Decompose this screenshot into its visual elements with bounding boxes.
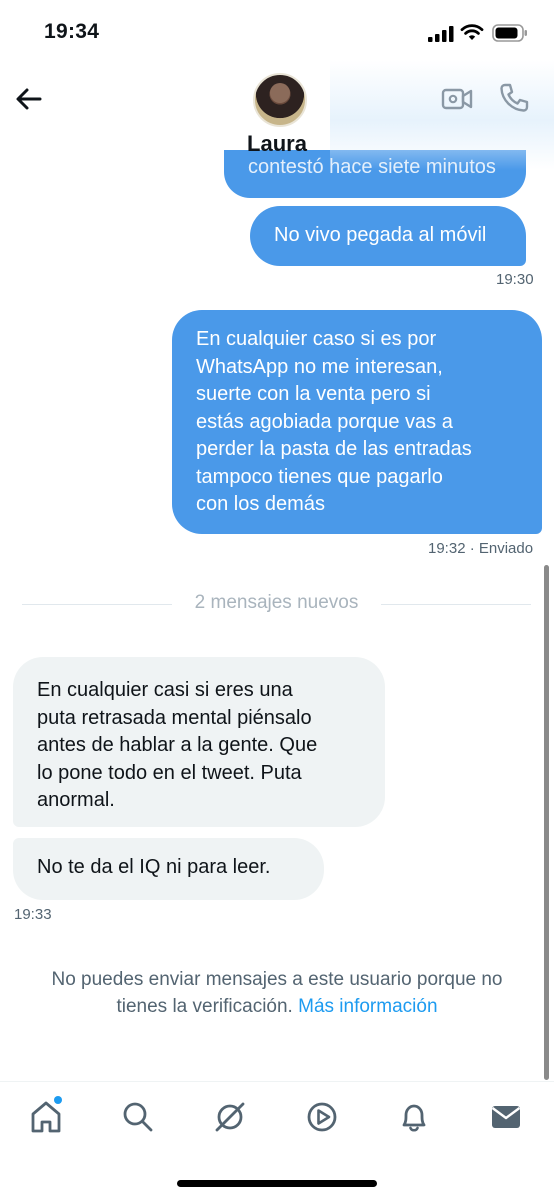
new-messages-divider: 2 mensajes nuevos <box>194 592 359 613</box>
message-timestamp: 19:33 <box>14 906 52 923</box>
divider-line <box>381 604 531 605</box>
message-timestamp: 19:30 <box>496 271 534 288</box>
message-line: puta retrasada mental piénsalo <box>37 706 312 729</box>
messages-icon[interactable] <box>484 1095 528 1139</box>
back-arrow-icon[interactable] <box>12 82 46 116</box>
notifications-icon[interactable] <box>392 1095 436 1139</box>
notice-text: tienes la verificación. <box>116 996 293 1017</box>
message-text: No vivo pegada al móvil <box>274 224 487 246</box>
message-line: En cualquier caso si es por <box>196 328 437 350</box>
video-call-icon[interactable] <box>440 82 474 116</box>
cellular-signal-icon <box>428 26 454 42</box>
message-bubble-received[interactable]: En cualquier casi si eres una puta retra… <box>13 657 385 827</box>
message-line: con los demás <box>196 493 325 515</box>
message-line: tampoco tienes que pagarlo <box>196 465 443 488</box>
message-bubble-sent[interactable]: No vivo pegada al móvil <box>250 206 526 266</box>
message-bubble-received[interactable]: No te da el IQ ni para leer. <box>13 838 324 900</box>
message-line: estás agobiada porque vas a <box>196 410 453 433</box>
phone-call-icon[interactable] <box>496 80 532 116</box>
message-text: No te da el IQ ni para leer. <box>37 856 271 878</box>
message-line: anormal. <box>37 789 115 811</box>
message-line: perder la pasta de las entradas <box>196 438 472 460</box>
message-timestamp: 19:32 · Enviado <box>428 540 534 557</box>
avatar[interactable] <box>253 73 307 127</box>
tab-bar-divider <box>0 1081 554 1082</box>
cannot-message-notice: No puedes enviar mensajes a este usuario… <box>0 966 554 1020</box>
wifi-icon <box>460 24 484 40</box>
message-line: suerte con la venta pero si <box>196 383 431 405</box>
notice-line: No puedes enviar mensajes a este usuario… <box>51 969 503 990</box>
divider-line <box>22 604 172 605</box>
message-bubble-sent[interactable]: En cualquier caso si es por WhatsApp no … <box>172 310 542 534</box>
notification-dot <box>54 1096 62 1104</box>
notice-line-2: tienes la verificación. Más información <box>0 993 554 1020</box>
grok-icon[interactable] <box>208 1095 252 1139</box>
battery-icon <box>492 24 527 42</box>
scrollbar[interactable] <box>544 565 549 1080</box>
message-line: lo pone todo en el tweet. Puta <box>37 761 302 784</box>
video-icon[interactable] <box>300 1095 344 1139</box>
message-line: En cualquier casi si eres una <box>37 679 293 701</box>
message-line: WhatsApp no me interesan, <box>196 355 443 378</box>
search-icon[interactable] <box>116 1095 160 1139</box>
message-line: antes de hablar a la gente. Que <box>37 734 318 756</box>
more-info-link[interactable]: Más información <box>298 996 437 1017</box>
status-time: 19:34 <box>44 20 100 43</box>
contact-name[interactable]: Laura <box>0 131 554 157</box>
home-indicator <box>177 1180 377 1187</box>
